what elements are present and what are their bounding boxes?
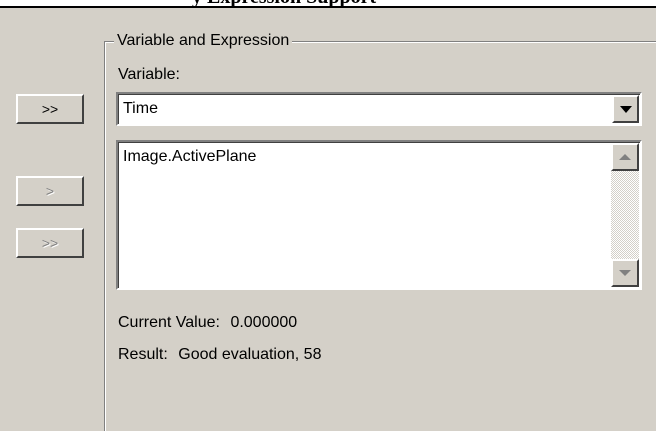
result-value: Good evaluation, 58 xyxy=(178,346,322,363)
insert-operator-button[interactable]: >> xyxy=(16,228,84,258)
scroll-up-button[interactable] xyxy=(611,143,639,171)
insert-variable-button[interactable]: >> xyxy=(16,94,84,124)
expression-textarea[interactable]: Image.ActivePlane xyxy=(116,140,642,290)
scroll-down-button[interactable] xyxy=(611,259,639,287)
arrow-up-icon xyxy=(619,154,631,160)
insert-function-button[interactable]: > xyxy=(16,176,84,206)
arrow-down-icon xyxy=(619,270,631,276)
vertical-scrollbar[interactable] xyxy=(611,143,639,287)
current-value-row: Current Value: 0.000000 xyxy=(118,314,297,332)
current-value: 0.000000 xyxy=(230,314,298,331)
variable-dropdown-value: Time xyxy=(123,100,158,117)
header-text: y Expression Support xyxy=(192,0,376,6)
expression-text: Image.ActivePlane xyxy=(123,148,257,165)
variable-label: Variable: xyxy=(118,66,180,83)
variable-dropdown[interactable]: Time xyxy=(116,92,642,126)
result-label: Result: xyxy=(118,346,168,363)
chevron-down-icon xyxy=(619,105,632,113)
current-value-label: Current Value: xyxy=(118,314,220,331)
header-strip: y Expression Support xyxy=(0,0,656,8)
group-title: Variable and Expression xyxy=(114,32,293,50)
result-row: Result: Good evaluation, 58 xyxy=(118,346,321,364)
dropdown-arrow-button[interactable] xyxy=(612,95,639,123)
